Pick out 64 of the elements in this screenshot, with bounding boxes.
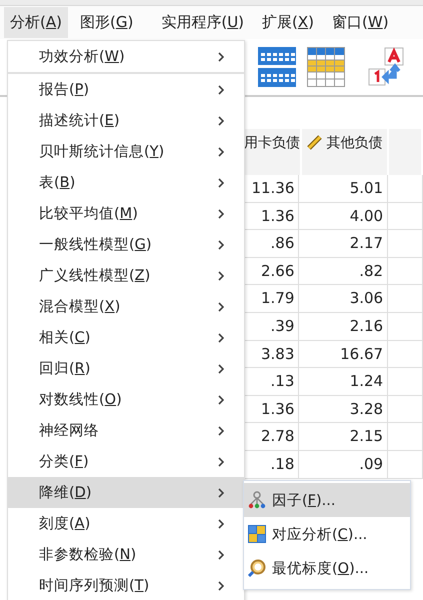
table-cell: 3.06 — [299, 285, 388, 312]
table-cell: 2.15 — [299, 423, 388, 450]
table-cell: 4.00 — [299, 202, 388, 230]
menu-item[interactable]: 功效分析(W) — [8, 41, 244, 72]
menu-item[interactable]: 时间序列预测(T) — [8, 570, 244, 600]
menu-item[interactable]: 回归(R) — [8, 353, 244, 384]
chevron-icon — [218, 364, 224, 374]
menu-item[interactable]: 最优标度(O)... — [244, 551, 410, 585]
menu-item[interactable]: 降维(D) — [8, 477, 244, 508]
menu-item[interactable]: 一般线性模型(G) — [8, 229, 244, 260]
table-cell: .09 — [299, 450, 388, 478]
chevron-icon — [218, 580, 224, 590]
table-icon[interactable] — [307, 47, 345, 87]
column-header[interactable]: 其他负债 — [302, 129, 390, 175]
menu-item[interactable]: 分类(F) — [8, 446, 244, 477]
ruler-icon — [306, 135, 322, 151]
chevron-icon — [218, 240, 224, 250]
table-cell: .82 — [299, 258, 388, 284]
menu-item[interactable]: 表(B) — [8, 167, 244, 198]
menu-item[interactable]: 对数线性(O) — [8, 384, 244, 415]
menu-item[interactable]: 对应分析(C)... — [244, 517, 410, 551]
table-cell: 5.01 — [299, 175, 388, 202]
menu-bar-item[interactable]: 窗口(W) — [326, 7, 395, 38]
column-header[interactable]: 用卡负债 — [244, 129, 302, 175]
chevron-icon — [218, 394, 224, 404]
chevron-icon — [218, 332, 224, 342]
menu-item[interactable]: 神经网络 — [8, 415, 244, 446]
chevron-icon — [218, 488, 224, 498]
menu-item[interactable]: 刻度(A) — [8, 508, 244, 539]
chevron-icon — [218, 426, 224, 436]
table-cell: 3.28 — [299, 396, 388, 422]
menu-item[interactable]: 报告(P) — [8, 74, 244, 105]
chevron-icon — [218, 178, 224, 188]
chevron-icon — [218, 84, 224, 94]
chevron-icon — [218, 52, 224, 62]
chevron-icon — [218, 550, 224, 560]
chevron-icon — [218, 456, 224, 466]
table-cell: 2.16 — [299, 312, 388, 340]
chevron-icon — [218, 146, 224, 156]
menu-item[interactable]: 描述统计(E) — [8, 105, 244, 136]
menu-item[interactable]: 混合模型(X) — [8, 291, 244, 322]
chevron-icon — [218, 270, 224, 280]
go-to-variable-icon[interactable] — [368, 47, 406, 87]
split-table-icon[interactable] — [258, 47, 296, 87]
menu-bar-item[interactable]: 图形(G) — [74, 7, 140, 38]
menu-item[interactable]: 相关(C) — [8, 322, 244, 353]
menu-item[interactable]: 广义线性模型(Z) — [8, 260, 244, 291]
chevron-icon — [218, 302, 224, 312]
table-cell: 1.24 — [299, 368, 388, 395]
menu-item[interactable]: 非参数检验(N) — [8, 539, 244, 570]
grid-icon — [248, 525, 266, 543]
chevron-icon — [218, 116, 224, 126]
menu-item[interactable]: 因子(F)... — [244, 483, 410, 517]
menu-bar-item[interactable]: 扩展(X) — [256, 7, 320, 38]
tree-icon — [248, 491, 266, 509]
chevron-icon — [218, 518, 224, 528]
table-cell: 2.17 — [299, 230, 388, 257]
table-cell: 16.67 — [299, 340, 388, 368]
magnifier-icon — [248, 559, 266, 577]
menu-item[interactable]: 比较平均值(M) — [8, 198, 244, 229]
chevron-icon — [218, 208, 224, 218]
menu-bar-item[interactable]: 分析(A) — [4, 7, 68, 38]
menu-item[interactable]: 贝叶斯统计信息(Y) — [8, 136, 244, 167]
menu-bar-item[interactable]: 实用程序(U) — [155, 7, 250, 38]
